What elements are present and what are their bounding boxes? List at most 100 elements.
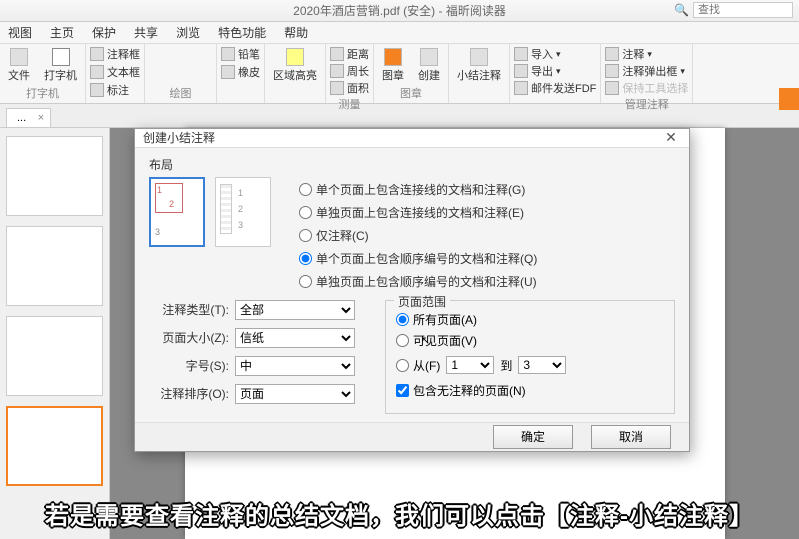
thumbnail[interactable] (6, 136, 103, 216)
form-left: 注释类型(T): 全部 页面大小(Z): 信纸 字号(S): 中 注释排序(O): 页面 (149, 300, 355, 414)
text-box-button[interactable]: 文本框 (90, 64, 140, 80)
group-label-measure: 测量 (339, 96, 361, 112)
sidebar-orange-tab[interactable] (779, 88, 799, 110)
cursor-icon: ↖ (421, 334, 430, 347)
layout-option-2[interactable]: 1 2 3 (215, 177, 271, 247)
ribbon-group-draw: 绘图 (145, 44, 217, 103)
menu-view[interactable]: 视图 (8, 24, 32, 41)
radio-layout-c[interactable]: 仅注释(C) (299, 227, 537, 244)
checkbox-include[interactable]: 包含无注释的页面(N) (396, 382, 664, 399)
radio-layout-q[interactable]: 单个页面上包含顺序编号的文档和注释(Q) (299, 250, 537, 267)
summary-annot-button[interactable]: 小结注释 (453, 46, 505, 85)
radio-visible-pages[interactable]: 可见页面(V)↖ (396, 332, 664, 349)
dialog-titlebar: 创建小结注释 ✕ (135, 129, 689, 148)
thumbnail[interactable] (6, 226, 103, 306)
import-button[interactable]: 导入▾ (514, 46, 596, 62)
ribbon-group-measure: 距离 周长 面积 测量 (326, 44, 374, 103)
group-label-draw: 绘图 (170, 85, 192, 101)
ribbon-group-fdf: 导入▾ 导出▾ 邮件发送FDF (510, 44, 601, 103)
search-box: 🔍 (674, 2, 793, 18)
menu-features[interactable]: 特色功能 (218, 24, 266, 41)
size-label: 页面大小(Z): (149, 329, 229, 346)
keep-tool-button[interactable]: 保持工具选择 (605, 80, 688, 96)
perimeter-button[interactable]: 周长 (330, 63, 369, 79)
area-highlight-button[interactable]: 区域高亮 (269, 46, 321, 85)
ribbon-group-pencil: 铅笔 橡皮 (217, 44, 265, 103)
area-button[interactable]: 面积 (330, 80, 369, 96)
ribbon-group-stamp: 图章 创建 图章 (374, 44, 449, 103)
annot-box-button[interactable]: 注释框 (90, 46, 140, 62)
ribbon-group-annotate: 注释框 文本框 标注 (86, 44, 145, 103)
shape-rect-icon[interactable] (156, 46, 170, 56)
cancel-button[interactable]: 取消 (591, 425, 671, 449)
radio-layout-u[interactable]: 单独页面上包含顺序编号的文档和注释(U) (299, 273, 537, 290)
to-label: 到 (500, 357, 512, 374)
shape-cloud-icon[interactable] (174, 60, 188, 70)
shape-poly-icon[interactable] (156, 60, 170, 70)
annot-button[interactable]: 注释▾ (605, 46, 688, 62)
close-tab-icon[interactable]: × (38, 112, 44, 124)
shape-line-icon[interactable] (192, 50, 206, 52)
group-label-typewriter: 打字机 (26, 85, 59, 101)
range-legend: 页面范围 (394, 293, 450, 310)
callout-button[interactable]: 标注 (90, 82, 140, 98)
app-title: 2020年酒店营销.pdf (安全) - 福昕阅读器 (293, 2, 506, 19)
thumbnail[interactable] (6, 406, 103, 486)
tab-label: ... (17, 112, 26, 124)
popup-button[interactable]: 注释弹出框▾ (605, 63, 688, 79)
document-tabs: ... × (0, 104, 799, 128)
shape-arrow-icon[interactable] (192, 60, 206, 70)
document-tab[interactable]: ... × (6, 108, 51, 127)
shape-oval-icon[interactable] (174, 46, 188, 56)
radio-layout-g[interactable]: 单个页面上包含连接线的文档和注释(G) (299, 181, 537, 198)
menu-browse[interactable]: 浏览 (176, 24, 200, 41)
radio-layout-e[interactable]: 单独页面上包含连接线的文档和注释(E) (299, 204, 537, 221)
page-range-fieldset: 页面范围 所有页面(A) 可见页面(V)↖ 从(F) 1 到 3 包含无注释的页… (385, 300, 675, 414)
ribbon: 文件 打字机 打字机 注释框 文本框 标注 绘图 铅笔 橡皮 区域高亮 (0, 44, 799, 104)
dialog-close-icon[interactable]: ✕ (661, 129, 681, 146)
summary-dialog: 创建小结注释 ✕ 布局 1 2 3 1 2 3 单个页面上包含连接线 (134, 128, 690, 452)
layout-radio-group: 单个页面上包含连接线的文档和注释(G) 单独页面上包含连接线的文档和注释(E) … (299, 177, 537, 290)
ribbon-group-highlight: 区域高亮 (265, 44, 326, 103)
search-input[interactable] (693, 2, 793, 18)
typewriter-button[interactable]: 打字机 (40, 46, 81, 85)
sort-label: 注释排序(O): (149, 385, 229, 402)
font-select[interactable]: 中 (235, 356, 355, 376)
menu-help[interactable]: 帮助 (284, 24, 308, 41)
ribbon-group-summary: 小结注释 (449, 44, 510, 103)
video-subtitle: 若是需要查看注释的总结文档，我们可以点击【注释-小结注释】 (0, 496, 799, 531)
export-button[interactable]: 导出▾ (514, 63, 596, 79)
file-button[interactable]: 文件 (4, 46, 34, 85)
size-select[interactable]: 信纸 (235, 328, 355, 348)
group-label-manage: 管理注释 (625, 96, 669, 112)
thumbnail-panel (0, 128, 110, 539)
radio-from-pages[interactable]: 从(F) (396, 357, 440, 374)
title-bar: 2020年酒店营销.pdf (安全) - 福昕阅读器 🔍 (0, 0, 799, 22)
menu-protect[interactable]: 保护 (92, 24, 116, 41)
from-select[interactable]: 1 (446, 356, 494, 374)
menu-home[interactable]: 主页 (50, 24, 74, 41)
font-label: 字号(S): (149, 357, 229, 374)
to-select[interactable]: 3 (518, 356, 566, 374)
dialog-title: 创建小结注释 (143, 129, 215, 146)
radio-all-pages[interactable]: 所有页面(A) (396, 311, 664, 328)
type-select[interactable]: 全部 (235, 300, 355, 320)
thumbnail[interactable] (6, 316, 103, 396)
sort-select[interactable]: 页面 (235, 384, 355, 404)
pencil-button[interactable]: 铅笔 (221, 46, 260, 62)
mail-fdf-button[interactable]: 邮件发送FDF (514, 80, 596, 96)
eraser-button[interactable]: 橡皮 (221, 64, 260, 80)
create-button[interactable]: 创建 (414, 46, 444, 85)
ribbon-group-manage: 注释▾ 注释弹出框▾ 保持工具选择 管理注释 (601, 44, 693, 103)
ok-button[interactable]: 确定 (493, 425, 573, 449)
group-label-stamp: 图章 (400, 85, 422, 101)
type-label: 注释类型(T): (149, 301, 229, 318)
distance-button[interactable]: 距离 (330, 46, 369, 62)
stamp-button[interactable]: 图章 (378, 46, 408, 85)
menu-bar: 视图 主页 保护 共享 浏览 特色功能 帮助 (0, 22, 799, 44)
ribbon-group-typewriter: 文件 打字机 打字机 (0, 44, 86, 103)
menu-share[interactable]: 共享 (134, 24, 158, 41)
layout-preview: 1 2 3 1 2 3 (149, 177, 279, 290)
layout-option-1[interactable]: 1 2 3 (149, 177, 205, 247)
search-icon: 🔍 (674, 3, 689, 17)
